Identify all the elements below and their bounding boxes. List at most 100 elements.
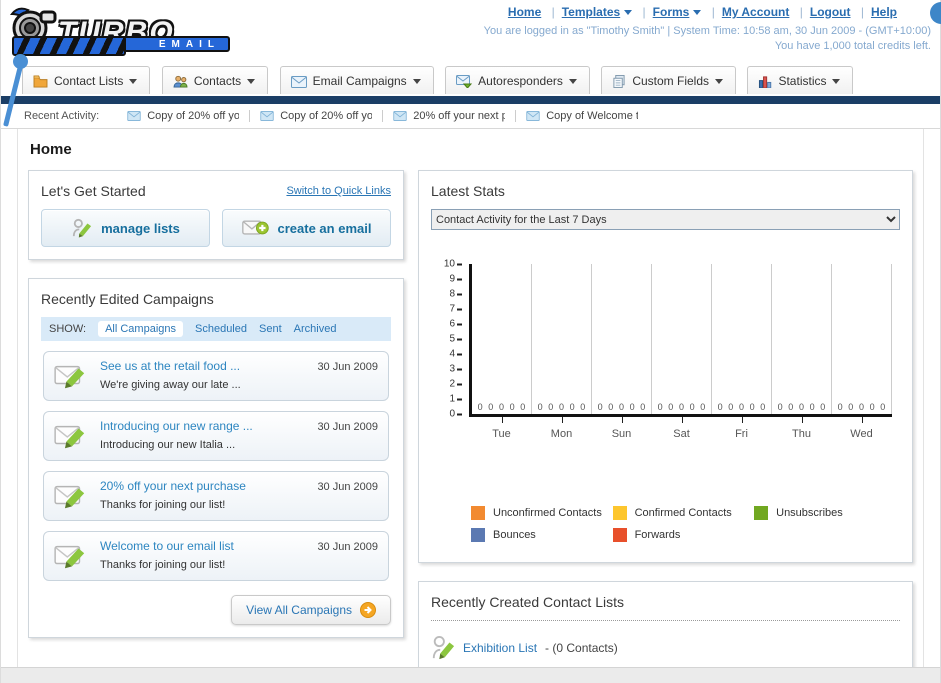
main-nav: Contact Lists Contacts Email Campaigns A…	[0, 62, 941, 96]
recent-activity-item[interactable]: 20% off your next p	[383, 110, 517, 122]
get-started-title: Let's Get Started	[41, 183, 146, 199]
campaign-row: 20% off your next purchase Thanks for jo…	[43, 471, 389, 521]
chevron-down-icon	[568, 79, 577, 85]
filter-sent[interactable]: Sent	[259, 323, 282, 335]
x-axis-day-label: Sat	[673, 428, 690, 440]
chevron-down-icon	[129, 79, 138, 85]
recent-activity-item[interactable]: Copy of 20% off yo	[117, 110, 251, 122]
contact-lists-title: Recently Created Contact Lists	[431, 594, 624, 610]
chart-value-label: 0	[809, 402, 815, 412]
filter-archived[interactable]: Archived	[294, 323, 337, 335]
chart-y-axis: 0 1 2 3 4 5 6 7 8 9 10	[439, 259, 467, 420]
x-axis-day-label: Tue	[492, 428, 511, 440]
campaign-title-link[interactable]: See us at the retail food ...	[100, 359, 309, 373]
view-all-campaigns-button[interactable]: View All Campaigns	[231, 595, 391, 625]
campaigns-title: Recently Edited Campaigns	[41, 291, 214, 307]
top-link-home[interactable]: Home	[508, 5, 541, 19]
chart-value-label: 0	[678, 402, 684, 412]
chart-value-label: 0	[880, 402, 886, 412]
recent-activity-item[interactable]: Copy of Welcome to	[516, 110, 648, 122]
campaign-title-link[interactable]: Introducing our new range ...	[100, 419, 309, 433]
header: TURBO EMAIL Home Templates Forms My Acco…	[0, 0, 941, 62]
y-axis-tick-label: 9	[449, 274, 462, 285]
tab-contact-lists[interactable]: Contact Lists	[22, 66, 151, 94]
y-axis-tick-label: 10	[444, 259, 462, 270]
show-label: SHOW:	[49, 323, 87, 335]
campaigns-filter-bar: SHOW: All Campaigns Scheduled Sent Archi…	[41, 317, 391, 341]
chart-value-label: 0	[837, 402, 843, 412]
person-pencil-icon	[73, 218, 92, 238]
chart-value-label: 0	[858, 402, 864, 412]
tab-custom-fields[interactable]: Custom Fields	[601, 66, 737, 94]
bar-chart-icon	[759, 76, 772, 89]
chart-value-label: 0	[820, 402, 826, 412]
legend-item: Unsubscribes	[754, 506, 896, 520]
legend-swatch-forwards	[612, 528, 627, 542]
tab-contacts[interactable]: Contacts	[161, 66, 269, 94]
contact-activity-chart: 0 1 2 3 4 5 6 7 8 9 10 0 0 0 0 0 Tue 0 0 0 0 0 Mon 0 0 0 0 0 Sun 0 0 0…	[439, 259, 894, 470]
legend-item: Bounces	[471, 528, 613, 542]
x-axis-day-label: Thu	[792, 428, 811, 440]
legend-swatch-confirmed	[612, 506, 627, 520]
envelope-pencil-icon	[54, 425, 85, 449]
campaign-date: 30 Jun 2009	[317, 541, 378, 553]
recent-activity-item[interactable]: Copy of 20% off yo	[250, 110, 384, 122]
switch-to-quick-links[interactable]: Switch to Quick Links	[286, 185, 391, 197]
tab-email-campaigns[interactable]: Email Campaigns	[279, 66, 434, 94]
top-link-forms[interactable]: Forms	[653, 5, 690, 19]
top-link-my-account[interactable]: My Account	[722, 5, 790, 19]
recent-activity-label: Recent Activity:	[24, 110, 100, 122]
x-axis-day-label: Wed	[850, 428, 873, 440]
latest-stats-title: Latest Stats	[431, 183, 505, 199]
legend-item: Unconfirmed Contacts	[471, 506, 613, 520]
envelope-arrow-icon	[456, 75, 473, 89]
x-axis-day-label: Fri	[735, 428, 748, 440]
manage-lists-button[interactable]: manage lists	[41, 209, 210, 247]
logo-stripes	[12, 36, 126, 56]
filter-scheduled[interactable]: Scheduled	[195, 323, 247, 335]
y-axis-tick-label: 1	[449, 394, 462, 405]
create-an-email-button[interactable]: create an email	[222, 209, 391, 247]
dotted-divider	[431, 620, 900, 621]
tab-statistics[interactable]: Statistics	[747, 66, 854, 94]
nav-divider-bar	[0, 96, 941, 104]
chevron-down-icon	[412, 79, 421, 85]
contact-list-link[interactable]: Exhibition List	[463, 641, 537, 655]
chart-day-group: 0 0 0 0 0 Mon	[532, 264, 592, 440]
chevron-down-icon	[693, 10, 702, 16]
chart-day-group: 0 0 0 0 0 Tue	[472, 264, 532, 440]
chevron-down-icon	[247, 79, 256, 85]
campaign-title-link[interactable]: 20% off your next purchase	[100, 479, 309, 493]
chart-value-label: 0	[548, 402, 554, 412]
login-info: You are logged in as "Timothy Smith" | S…	[484, 24, 931, 54]
chart-value-label: 0	[728, 402, 734, 412]
credits-info-line: You have 1,000 total credits left.	[774, 40, 931, 52]
x-axis-day-label: Mon	[550, 428, 573, 440]
legend-item: Forwards	[612, 528, 755, 542]
y-axis-tick-label: 8	[449, 289, 462, 300]
chart-value-label: 0	[498, 402, 504, 412]
tab-autoresponders[interactable]: Autoresponders	[445, 66, 590, 94]
top-link-logout[interactable]: Logout	[810, 5, 851, 19]
legend-swatch-unsubscribes	[754, 506, 769, 520]
chart-value-label: 0	[869, 402, 875, 412]
chart-value-label: 0	[848, 402, 854, 412]
legend-swatch-unconfirmed	[471, 506, 485, 520]
chart-value-label: 0	[738, 402, 744, 412]
stats-period-select[interactable]: Contact Activity for the Last 7 Days	[431, 209, 900, 230]
page-title: Home	[30, 141, 72, 158]
y-axis-tick-label: 6	[449, 319, 462, 330]
top-link-help[interactable]: Help	[871, 5, 897, 19]
chart-day-group: 0 0 0 0 0 Thu	[772, 264, 832, 440]
x-axis-day-label: Sun	[611, 428, 632, 440]
campaign-title-link[interactable]: Welcome to our email list	[100, 539, 309, 553]
filter-all-campaigns[interactable]: All Campaigns	[98, 321, 183, 337]
chart-day-group: 0 0 0 0 0 Sun	[592, 264, 652, 440]
chart-value-label: 0	[520, 402, 526, 412]
contacts-icon	[173, 75, 188, 88]
envelope-icon	[260, 111, 274, 121]
envelope-plus-icon	[241, 220, 269, 235]
chart-value-label: 0	[657, 402, 663, 412]
top-link-templates[interactable]: Templates	[562, 5, 620, 19]
corner-dot-decoration	[930, 2, 941, 24]
